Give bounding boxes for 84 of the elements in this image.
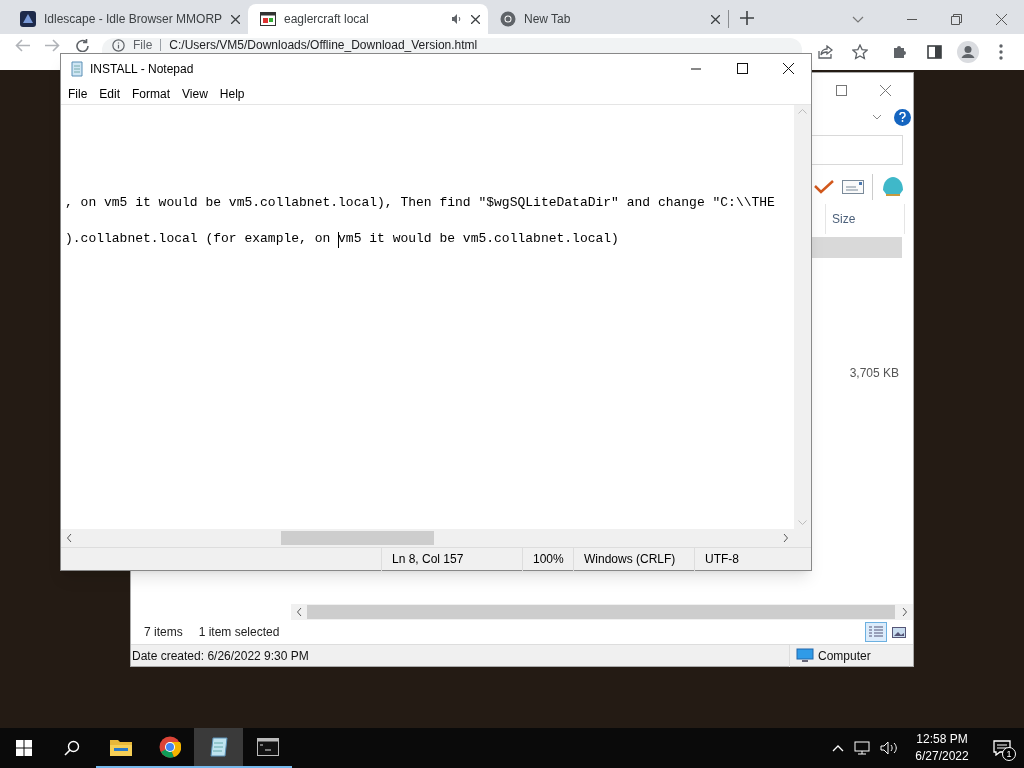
close-icon[interactable] xyxy=(471,14,480,24)
notification-badge: 1 xyxy=(1002,747,1016,761)
tab-title: eaglercraft local xyxy=(284,11,370,28)
chevron-down-icon xyxy=(852,15,864,23)
clock-date[interactable]: 6/27/2022 xyxy=(915,748,969,765)
notepad-icon xyxy=(207,736,230,758)
message-icon xyxy=(993,740,1011,756)
status-text: Windows (CRLF) xyxy=(583,551,677,568)
status-text: UTF-8 xyxy=(704,551,740,568)
restore-icon xyxy=(951,13,962,25)
menu-item[interactable]: Format xyxy=(126,83,177,104)
star-icon xyxy=(852,44,868,60)
plus-icon xyxy=(740,11,754,25)
maximize-icon xyxy=(835,84,847,96)
menu-item[interactable]: Edit xyxy=(93,83,127,104)
puzzle-icon xyxy=(892,44,908,60)
scrollbar-thumb[interactable] xyxy=(307,605,895,619)
url-text: C:/Users/VM5/Downloads/Offline_Download_Version.html xyxy=(169,39,478,52)
window-favicon-icon xyxy=(260,11,276,27)
terminal-icon xyxy=(256,738,279,756)
browser-tab[interactable]: eaglercraft local xyxy=(248,4,488,34)
side-panel-icon xyxy=(926,45,942,59)
status-text: 100% xyxy=(532,551,565,568)
scrollbar-thumb[interactable] xyxy=(281,531,434,545)
info-icon xyxy=(112,39,125,52)
column-header[interactable]: Size xyxy=(826,204,904,234)
game-favicon-icon xyxy=(20,11,36,27)
close-icon xyxy=(996,13,1007,25)
minimize-icon xyxy=(691,67,701,70)
text-line: ).collabnet.local (for example, on vm5 it would be vm5.collabnet.local) xyxy=(65,231,619,246)
menu-item[interactable]: View xyxy=(176,83,214,104)
item-count: 7 items xyxy=(144,624,183,641)
share-icon xyxy=(818,45,834,59)
more-icon xyxy=(999,44,1003,60)
details-text: Date created: 6/26/2022 9:30 PM xyxy=(131,647,309,665)
chevron-up-icon[interactable] xyxy=(832,744,844,752)
chevron-left-icon xyxy=(296,608,302,616)
close-icon xyxy=(782,63,794,74)
notifications-button[interactable]: 1 xyxy=(980,728,1024,768)
profile-icon xyxy=(957,41,979,63)
status-text: Ln 8, Col 157 xyxy=(391,551,465,568)
selection-count: 1 item selected xyxy=(198,624,280,641)
tab-title: New Tab xyxy=(524,11,572,28)
speaker-icon[interactable] xyxy=(880,741,898,755)
close-icon xyxy=(879,84,891,96)
location-text: Computer xyxy=(818,647,872,665)
chevron-down-icon xyxy=(872,114,882,120)
picture-view-icon xyxy=(892,626,906,638)
maximize-icon xyxy=(736,63,748,74)
text-line: , on vm5 it would be vm5.collabnet.local), Then find "$wgSQLiteDataDir" and change "C:\\THE xyxy=(65,195,775,210)
chrome-icon xyxy=(158,736,181,758)
address-bar[interactable]: File C:/Users/VM5/Downloads/Offline_Download_Version.html xyxy=(102,38,802,53)
search-field[interactable] xyxy=(811,135,903,165)
close-icon[interactable] xyxy=(711,14,720,24)
scheme-label: File xyxy=(133,39,153,52)
question-mark-icon xyxy=(899,112,906,122)
window-title: INSTALL - Notepad xyxy=(90,60,194,78)
taskbar-app[interactable] xyxy=(194,728,243,768)
tab-title: Idlescape - Idle Browser MMORP xyxy=(44,11,223,28)
chevron-right-icon xyxy=(783,534,788,542)
reload-icon xyxy=(75,39,89,52)
minimize-icon xyxy=(906,18,917,20)
menu-item[interactable]: File xyxy=(62,83,94,104)
clock-time[interactable]: 12:58 PM xyxy=(916,731,968,748)
menu-item[interactable]: Help xyxy=(213,83,251,104)
network-icon[interactable] xyxy=(854,741,870,755)
chrome-favicon-icon xyxy=(500,11,516,27)
envelope-icon xyxy=(842,180,864,194)
windows-logo-icon xyxy=(16,740,32,756)
folder-icon xyxy=(109,738,132,756)
chevron-left-icon xyxy=(67,534,72,542)
close-icon[interactable] xyxy=(231,14,240,24)
shell-icon xyxy=(881,176,905,198)
search-icon xyxy=(64,740,80,756)
chevron-right-icon xyxy=(901,608,907,616)
help-button[interactable] xyxy=(894,108,911,126)
back-arrow-icon xyxy=(14,39,30,52)
computer-icon xyxy=(796,648,814,663)
speaker-icon[interactable] xyxy=(451,14,463,24)
forward-arrow-icon xyxy=(44,39,60,52)
checkmark-icon xyxy=(814,180,834,194)
table-cell-text: 3,705 KB xyxy=(849,365,899,382)
notepad-icon xyxy=(69,60,85,77)
details-view-icon xyxy=(869,626,883,638)
